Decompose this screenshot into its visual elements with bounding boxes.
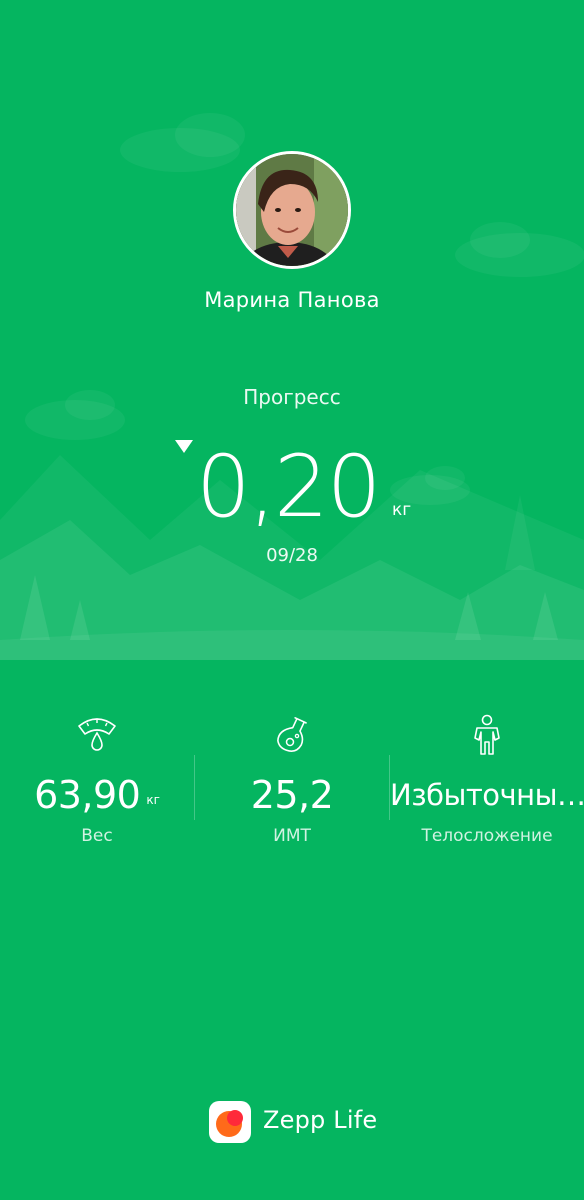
progress-label: Прогресс <box>243 385 341 409</box>
progress-unit: кг <box>392 500 412 520</box>
bmi-flask-icon <box>277 717 307 752</box>
body-figure-icon <box>474 714 500 755</box>
bmi-value-line: 25,2 <box>195 772 389 818</box>
body-type-value: Избыточны… <box>390 778 584 812</box>
brand-name: Zepp Life <box>263 1106 378 1134</box>
avatar-photo <box>236 154 348 266</box>
zepp-life-logo-icon <box>209 1101 251 1143</box>
bmi-label: ИМТ <box>273 826 311 846</box>
stat-body-type: Избыточны… Телосложение <box>390 710 584 860</box>
weight-value-line: 63,90 кг <box>0 772 194 823</box>
body-type-label: Телосложение <box>421 826 553 846</box>
trend-down-icon <box>175 440 193 453</box>
bmi-value: 25,2 <box>250 773 334 817</box>
body-type-value-line: Избыточны… <box>390 772 584 818</box>
progress-value: 0,20 <box>196 437 381 537</box>
user-name: Марина Панова <box>204 288 380 312</box>
weight-unit: кг <box>146 793 160 807</box>
body-composition-share-screen: Марина Панова Прогресс 0,20 кг 09/28 63,… <box>0 0 584 1200</box>
scale-icon <box>78 718 116 751</box>
progress-date: 09/28 <box>266 545 318 566</box>
weight-value: 63,90 <box>34 773 141 817</box>
stat-weight: 63,90 кг Вес <box>0 710 194 860</box>
stats-row: 63,90 кг Вес 25,2 ИМТ Избыточны… Телослож… <box>0 710 584 860</box>
stat-bmi: 25,2 ИМТ <box>195 710 389 860</box>
weight-label: Вес <box>81 826 113 846</box>
user-avatar <box>233 151 351 269</box>
